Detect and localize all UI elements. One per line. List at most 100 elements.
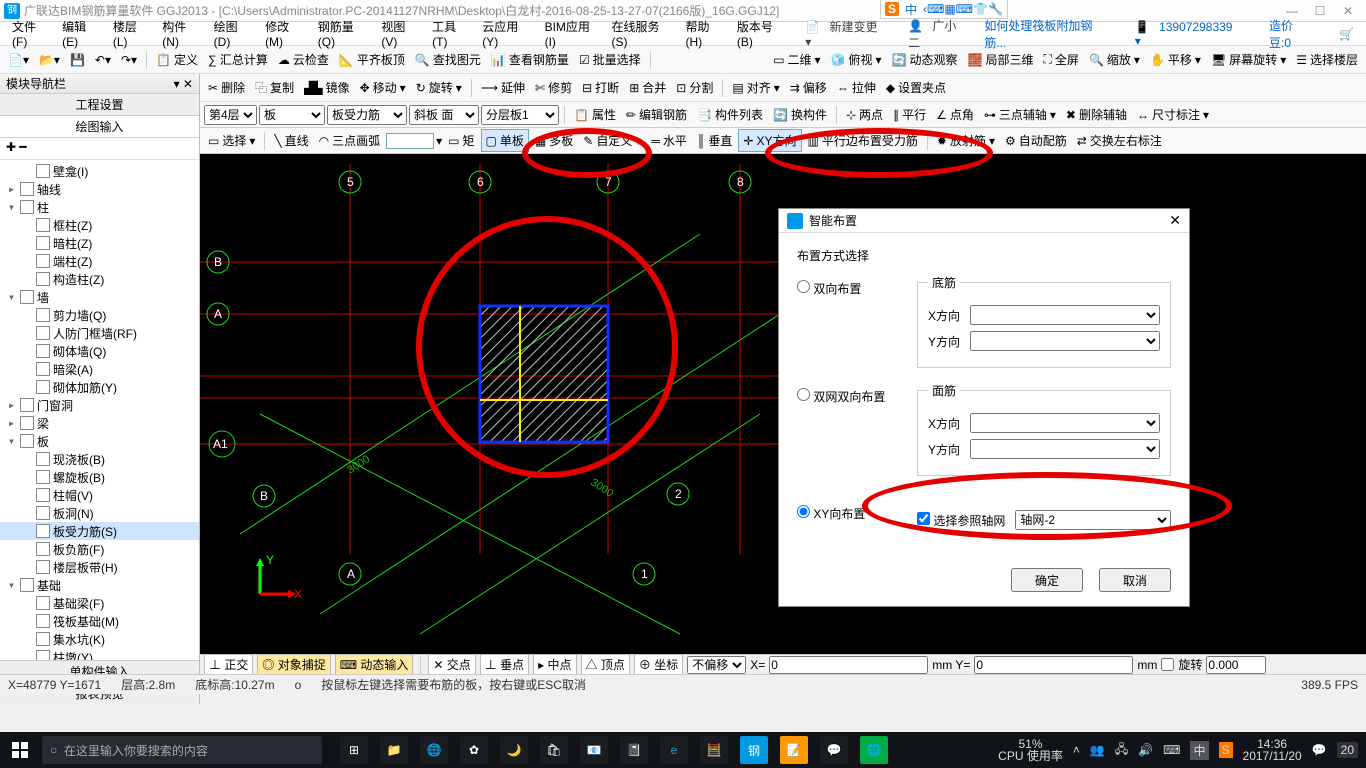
local3d-button[interactable]: 🧱 局部三维 (964, 49, 1038, 70)
menu-online[interactable]: 在线服务(S) (605, 18, 679, 49)
tree-item[interactable]: 基础梁(F) (0, 594, 199, 612)
tree-item[interactable]: 筏板基础(M) (0, 612, 199, 630)
tab-project-settings[interactable]: 工程设置 (0, 94, 199, 116)
menu-rebar[interactable]: 钢筋量(Q) (312, 18, 376, 49)
dialog-close-button[interactable]: ✕ (1169, 212, 1181, 229)
tray-date[interactable]: 2017/11/20 (1243, 750, 1302, 762)
tree-item[interactable]: 集水坑(K) (0, 630, 199, 648)
custom-button[interactable]: ✎ 自定义 ▾ (579, 130, 645, 151)
menu-user[interactable]: 👤 广小二 (902, 17, 978, 51)
props-button[interactable]: 📋 属性 (570, 104, 620, 125)
radio-xy-direction[interactable]: XY向布置 (797, 507, 865, 521)
tree-item[interactable]: 端柱(Z) (0, 252, 199, 270)
rotate-check[interactable] (1161, 658, 1174, 671)
stretch-button[interactable]: ⇔ 拉伸 (833, 77, 880, 98)
floor-select[interactable]: 第4层 (204, 105, 257, 125)
app-icon-11[interactable]: 🌐 (860, 736, 888, 764)
break-button[interactable]: ⊟ 打断 (578, 77, 623, 98)
explorer-icon[interactable]: 📁 (380, 736, 408, 764)
xy-direction-button[interactable]: ✛ XY方向 (738, 129, 801, 152)
parallel-button[interactable]: ∥ 平行 (889, 104, 930, 125)
select-tool[interactable]: ▭ 选择 ▾ (204, 130, 259, 151)
snap-coord[interactable]: ⊕ 坐标 (634, 654, 683, 675)
menu-new-change[interactable]: 📄 新建变更 ▾ (799, 18, 896, 49)
ime-icons[interactable]: ‹⌨▦⌨👕🔧 (923, 2, 1003, 16)
subcat-select[interactable]: 板受力筋 (327, 105, 407, 125)
swap-component-button[interactable]: 🔄 换构件 (769, 104, 831, 125)
dialog-titlebar[interactable]: 智能布置 ✕ (779, 209, 1189, 233)
ime-bar[interactable]: S 中 ‹⌨▦⌨👕🔧 (880, 0, 1008, 19)
app-icon-6[interactable]: 📓 (620, 736, 648, 764)
delete-button[interactable]: ✂ 删除 (204, 77, 249, 98)
top-x-select[interactable] (970, 413, 1160, 433)
undo-button[interactable]: ↶▾ (91, 51, 115, 69)
merge-button[interactable]: ⊞ 合并 (625, 77, 670, 98)
move-button[interactable]: ✥ 移动 ▾ (356, 77, 410, 98)
notification-badge[interactable]: 20 (1337, 742, 1358, 758)
tree-item[interactable]: 板洞(N) (0, 504, 199, 522)
cancel-button[interactable]: 取消 (1099, 568, 1171, 592)
offset-button[interactable]: ⇉ 偏移 (786, 77, 831, 98)
point-angle-button[interactable]: ∠ 点角 (932, 104, 978, 125)
copy-button[interactable]: ⿻ 复制 (251, 77, 298, 98)
find-button[interactable]: 🔍 查找图元 (411, 49, 485, 70)
tree-item[interactable]: 砌体加筋(Y) (0, 378, 199, 396)
task-view-icon[interactable]: ⊞ (340, 736, 368, 764)
app-icon-3[interactable]: 🌙 (500, 736, 528, 764)
batch-select-button[interactable]: ☑ 批量选择 (575, 49, 645, 70)
tab-drawing-input[interactable]: 绘图输入 (0, 116, 199, 138)
dynamic-input-toggle[interactable]: ⌨ 动态输入 (335, 654, 414, 675)
tree-item[interactable]: 壁龛(I) (0, 162, 199, 180)
menu-edit[interactable]: 编辑(E) (56, 18, 107, 49)
dimension-button[interactable]: ↔ 尺寸标注 ▾ (1133, 104, 1213, 125)
start-button[interactable] (0, 732, 40, 768)
radiate-button[interactable]: ✹ 放射筋 ▾ (933, 130, 999, 151)
tree-item[interactable]: ▾柱 (0, 198, 199, 216)
menu-modify[interactable]: 修改(M) (259, 18, 312, 49)
multi-slab-button[interactable]: ▦ 多板 (531, 130, 577, 151)
tree-item[interactable]: 柱帽(V) (0, 486, 199, 504)
two-point-button[interactable]: ⊹ 两点 (842, 104, 887, 125)
flat-top-button[interactable]: 📐 平齐板顶 (335, 49, 409, 70)
layer-select[interactable]: 分层板1 (481, 105, 559, 125)
tray-ime-zh[interactable]: 中 (1190, 741, 1208, 760)
cloud-check-button[interactable]: ☁ 云检查 (274, 49, 333, 70)
pan-button[interactable]: ✋ 平移 ▾ (1146, 49, 1205, 70)
top-y-select[interactable] (970, 439, 1160, 459)
y-input[interactable] (974, 656, 1133, 674)
snap-perpendicular[interactable]: ⊥ 垂点 (480, 654, 529, 675)
tree-item[interactable]: 现浇板(B) (0, 450, 199, 468)
menu-tools[interactable]: 工具(T) (426, 18, 476, 49)
tree-item[interactable]: 剪力墙(Q) (0, 306, 199, 324)
view-top-button[interactable]: 🧊 俯视 ▾ (827, 49, 886, 70)
new-button[interactable]: 📄▾ (4, 51, 33, 69)
view-2d-button[interactable]: ▭ 二维 ▾ (769, 49, 824, 70)
menu-help[interactable]: 帮助(H) (679, 18, 730, 49)
bean-icon[interactable]: 🛒 (1333, 27, 1360, 41)
sum-button[interactable]: ∑ 汇总计算 (204, 49, 272, 70)
parallel-edge-button[interactable]: ▥ 平行边布置受力筋 (804, 130, 922, 151)
define-button[interactable]: 📋 定义 (152, 49, 202, 70)
arc3-tool[interactable]: ◠ 三点画弧 (315, 130, 385, 151)
tree-item[interactable]: ▸轴线 (0, 180, 199, 198)
tray-people-icon[interactable]: 👥 (1090, 743, 1105, 757)
screen-rotate-button[interactable]: 🖥 屏幕旋转 ▾ (1207, 49, 1290, 70)
tray-up-icon[interactable]: ˄ (1073, 743, 1080, 757)
radio-double-net[interactable]: 双网双向布置 (797, 390, 885, 404)
snap-vertex[interactable]: △ 顶点 (581, 654, 630, 675)
bottom-x-select[interactable] (970, 305, 1160, 325)
component-tree[interactable]: 壁龛(I)▸轴线▾柱框柱(Z)暗柱(Z)端柱(Z)构造柱(Z)▾墙剪力墙(Q)人… (0, 160, 199, 660)
single-slab-button[interactable]: ▢ 单板 (481, 129, 529, 152)
menu-version[interactable]: 版本号(B) (731, 18, 793, 49)
app-icon-9[interactable]: 📝 (780, 736, 808, 764)
fullscreen-button[interactable]: ⛶ 全屏 (1040, 49, 1083, 70)
tree-item[interactable]: 暗柱(Z) (0, 234, 199, 252)
osnap-toggle[interactable]: ◎ 对象捕捉 (257, 654, 330, 675)
tree-item[interactable]: 板负筋(F) (0, 540, 199, 558)
menu-component[interactable]: 构件(N) (156, 18, 207, 49)
app-icon-8[interactable]: 钢 (740, 736, 768, 764)
app-icon-10[interactable]: 💬 (820, 736, 848, 764)
menu-cloud[interactable]: 云应用(Y) (476, 18, 538, 49)
ok-button[interactable]: 确定 (1011, 568, 1083, 592)
menu-file[interactable]: 文件(F) (6, 18, 56, 49)
